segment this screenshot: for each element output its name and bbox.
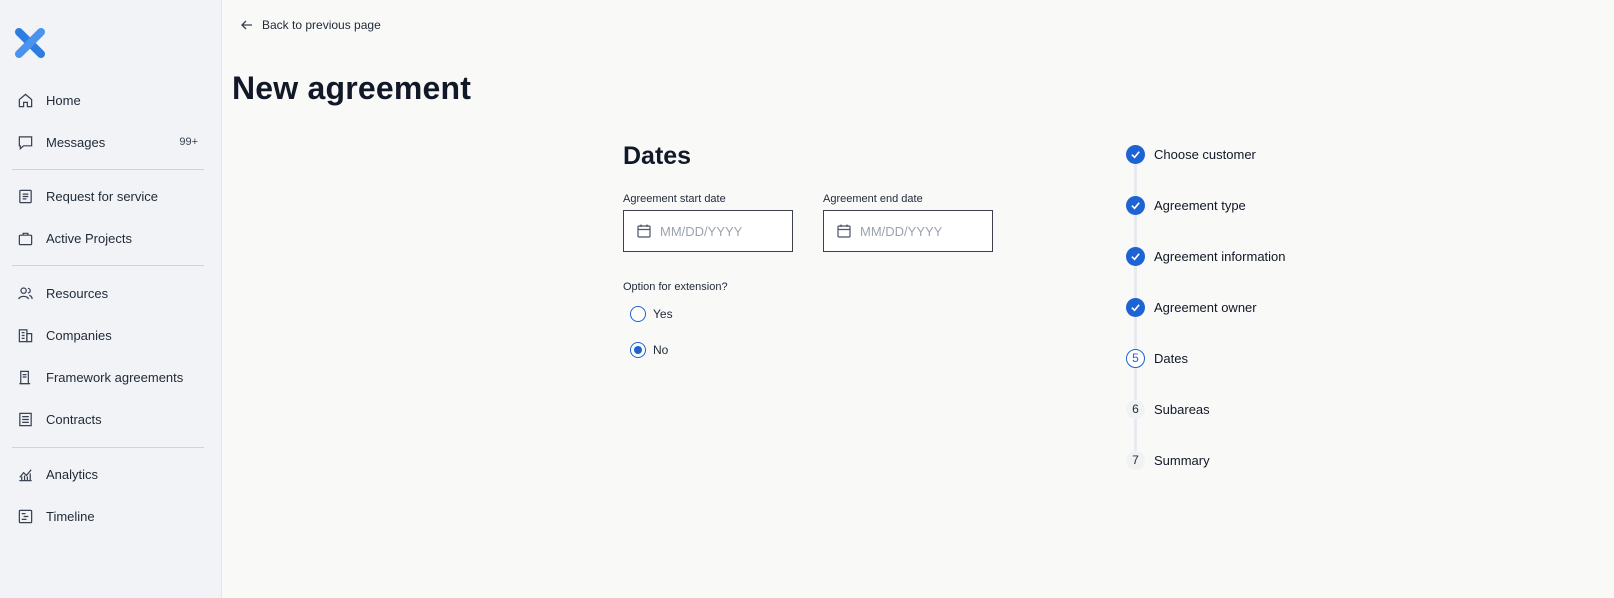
sidebar-item-label: Analytics [46,466,99,482]
start-date-label: Agreement start date [623,193,726,205]
step-subareas[interactable]: 6 Subareas [1126,399,1210,419]
chat-icon [16,133,34,151]
sidebar-item-label: Active Projects [46,230,132,246]
end-date-field[interactable]: MM/DD/YYYY [823,210,993,252]
radio-label: No [653,343,669,357]
step-number: 7 [1126,450,1145,470]
start-date-placeholder: MM/DD/YYYY [660,223,743,239]
check-icon [1126,144,1145,164]
calendar-icon[interactable] [636,223,652,239]
messages-count-badge: 99+ [179,136,198,148]
briefcase-icon [16,229,34,247]
sidebar-divider [12,447,204,448]
document-icon [16,368,34,386]
building-icon [16,326,34,344]
back-link-label: Back to previous page [262,18,381,32]
sidebar-item-label: Contracts [46,411,102,427]
step-agreement-type[interactable]: Agreement type [1126,195,1246,215]
sidebar-item-label: Framework agreements [46,369,184,385]
section-title: Dates [623,142,692,170]
step-label: Agreement type [1154,197,1246,213]
sidebar-item-label: Home [46,92,81,108]
chart-icon [16,465,34,483]
end-date-placeholder: MM/DD/YYYY [860,223,943,239]
extension-question-label: Option for extension? [623,281,728,293]
sidebar-item-label: Companies [46,327,112,343]
step-number: 6 [1126,399,1145,419]
sidebar-item-framework-agreements[interactable]: Framework agreements [12,361,204,393]
extension-radio-no[interactable]: No [630,342,668,358]
radio-selected-dot [634,346,642,354]
page-title: New agreement [232,70,472,106]
step-dates[interactable]: 5 Dates [1126,348,1188,368]
step-label: Agreement owner [1154,299,1257,315]
sidebar-item-home[interactable]: Home [12,84,204,116]
sidebar-item-timeline[interactable]: Timeline [12,500,204,532]
step-label: Subareas [1154,401,1210,417]
extension-radio-yes[interactable]: Yes [630,306,673,322]
sidebar-item-messages[interactable]: Messages 99+ [12,126,204,158]
sidebar-divider [12,169,204,170]
radio-circle[interactable] [630,306,646,322]
sidebar-item-label: Timeline [46,508,95,524]
step-summary[interactable]: 7 Summary [1126,450,1210,470]
sidebar-item-analytics[interactable]: Analytics [12,458,204,490]
radio-circle[interactable] [630,342,646,358]
sidebar: Home Messages 99+ Request for service Ac… [0,0,222,598]
sidebar-item-label: Resources [46,285,109,301]
sidebar-item-companies[interactable]: Companies [12,319,204,351]
list-document-icon [16,187,34,205]
step-label: Agreement information [1154,248,1286,264]
sidebar-item-resources[interactable]: Resources [12,277,204,309]
list-icon [16,410,34,428]
check-icon [1126,246,1145,266]
sidebar-divider [12,265,204,266]
start-date-field[interactable]: MM/DD/YYYY [623,210,793,252]
sidebar-item-label: Request for service [46,188,158,204]
radio-label: Yes [653,307,673,321]
sidebar-item-contracts[interactable]: Contracts [12,403,204,435]
step-agreement-owner[interactable]: Agreement owner [1126,297,1257,317]
sidebar-item-request-for-service[interactable]: Request for service [12,180,204,212]
step-label: Choose customer [1154,146,1256,162]
step-number: 5 [1126,348,1145,368]
calendar-icon[interactable] [836,223,852,239]
end-date-label: Agreement end date [823,193,923,205]
check-icon [1126,195,1145,215]
home-icon [16,91,34,109]
sidebar-item-label: Messages [46,134,106,150]
arrow-left-icon [241,20,252,30]
people-icon [16,284,34,302]
step-agreement-information[interactable]: Agreement information [1126,246,1286,266]
step-label: Summary [1154,452,1210,468]
back-link[interactable]: Back to previous page [240,18,381,32]
step-label: Dates [1154,350,1188,366]
sidebar-item-active-projects[interactable]: Active Projects [12,222,204,254]
app-logo-icon[interactable] [14,27,46,59]
check-icon [1126,297,1145,317]
timeline-icon [16,507,34,525]
step-choose-customer[interactable]: Choose customer [1126,144,1256,164]
